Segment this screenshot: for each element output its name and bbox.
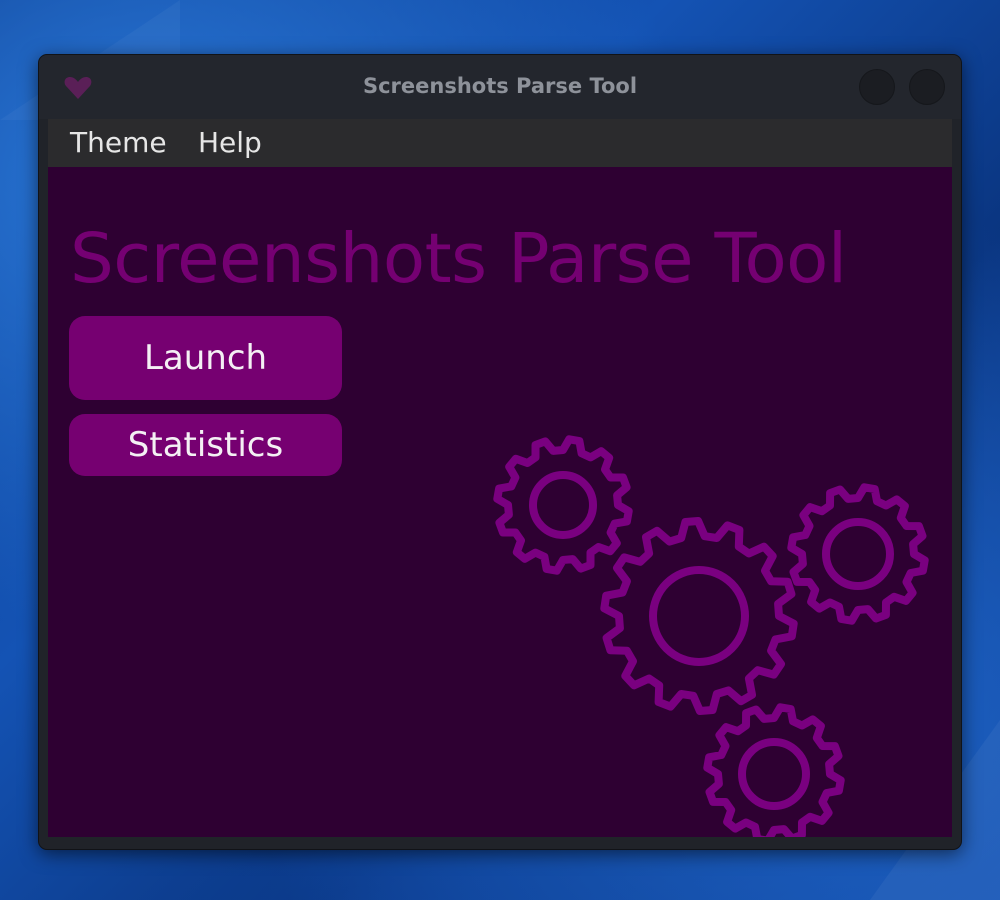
gear-bottom xyxy=(703,703,845,837)
title-bar[interactable]: Screenshots Parse Tool xyxy=(39,55,961,119)
gear-top-left-hole xyxy=(529,471,597,539)
gear-top-left xyxy=(493,435,633,575)
menu-bar: Theme Help xyxy=(48,119,952,167)
menu-theme[interactable]: Theme xyxy=(70,125,167,161)
close-button[interactable] xyxy=(909,69,945,105)
statistics-button[interactable]: Statistics xyxy=(69,414,342,476)
gear-large xyxy=(600,517,798,715)
gear-group xyxy=(493,435,929,837)
launch-button[interactable]: Launch xyxy=(69,316,342,400)
window-title: Screenshots Parse Tool xyxy=(362,74,638,98)
main-content: Screenshots Parse Tool Launch Statistics xyxy=(48,167,952,837)
menu-help[interactable]: Help xyxy=(198,125,262,161)
app-heading: Screenshots Parse Tool xyxy=(70,219,847,299)
minimize-button[interactable] xyxy=(859,69,895,105)
app-window: Screenshots Parse Tool Theme Help Screen… xyxy=(38,54,962,850)
gear-right xyxy=(787,483,929,625)
gear-bottom-hole xyxy=(738,738,810,810)
gear-large-hole xyxy=(649,566,749,666)
gear-right-hole xyxy=(822,518,894,590)
